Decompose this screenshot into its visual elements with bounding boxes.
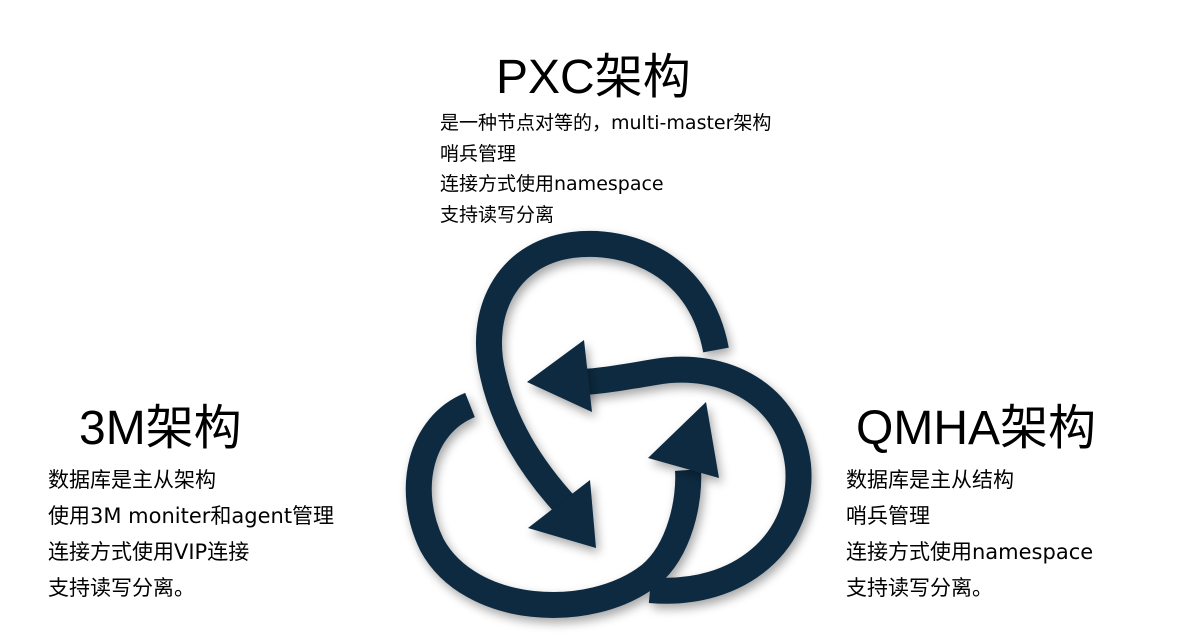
m3-line-2: 使用3M moniter和agent管理: [48, 504, 335, 528]
qmha-line-2: 哨兵管理: [846, 504, 930, 528]
arrowhead-left: [527, 340, 592, 412]
qmha-line-3: 连接方式使用namespace: [846, 540, 1094, 564]
m3-line-3: 连接方式使用VIP连接: [48, 540, 250, 564]
m3-description: 数据库是主从架构 使用3M moniter和agent管理 连接方式使用VIP连…: [48, 462, 334, 606]
qmha-line-1: 数据库是主从结构: [846, 468, 1014, 492]
m3-line-1: 数据库是主从架构: [48, 468, 216, 492]
qmha-title: QMHA架构: [856, 402, 1097, 455]
pxc-line-1: 是一种节点对等的，multi-master架构: [440, 112, 772, 134]
arrowhead-up: [648, 402, 719, 478]
pxc-description: 是一种节点对等的，multi-master架构 哨兵管理 连接方式使用names…: [440, 108, 771, 230]
triquetra-cycle-arrows-icon: [405, 231, 812, 618]
pxc-title: PXC架构: [496, 51, 691, 104]
qmha-line-4: 支持读写分离。: [846, 576, 993, 600]
m3-title: 3M架构: [79, 402, 242, 455]
pxc-line-2: 哨兵管理: [440, 142, 517, 165]
pxc-line-3: 连接方式使用namespace: [440, 173, 664, 195]
m3-line-4: 支持读写分离。: [48, 576, 195, 600]
qmha-description: 数据库是主从结构 哨兵管理 连接方式使用namespace 支持读写分离。: [846, 462, 1093, 606]
